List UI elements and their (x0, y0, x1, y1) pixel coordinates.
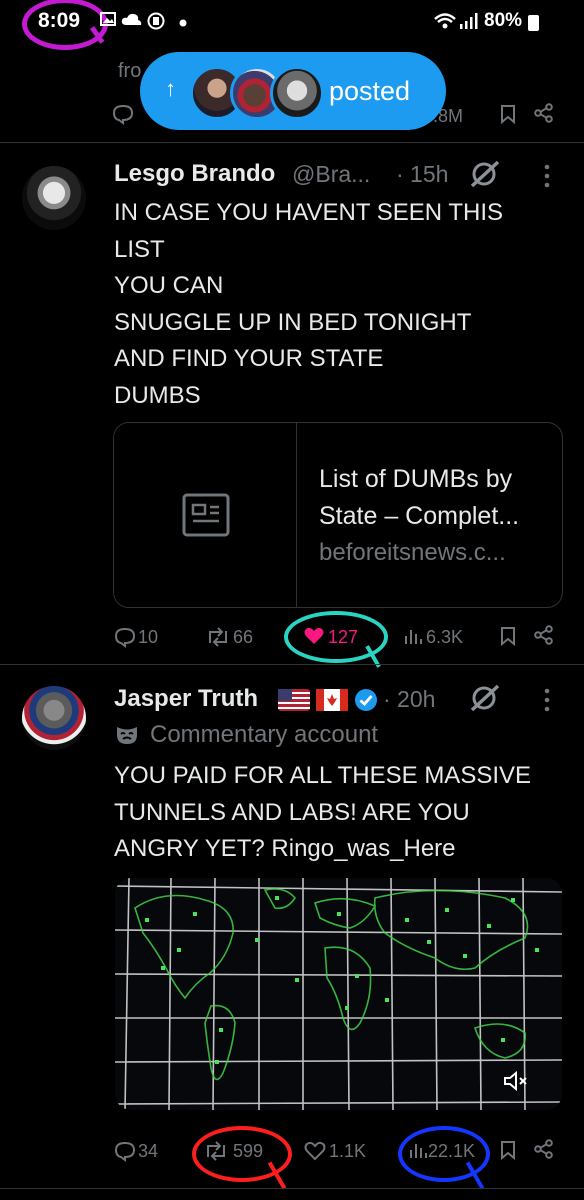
divider (0, 142, 584, 143)
like-count[interactable]: 127 (328, 627, 358, 648)
like-count[interactable]: 1.1K (329, 1141, 366, 1162)
grok-icon[interactable] (468, 160, 502, 193)
bookmark-icon[interactable] (500, 626, 516, 651)
post-text-line: ANGRY YET? Ringo_was_Here (114, 835, 456, 862)
link-card-title-line: State – Complet... (319, 502, 520, 530)
share-icon[interactable] (534, 1139, 554, 1164)
world-map-image (115, 878, 562, 1110)
divider (0, 664, 584, 665)
us-flag-icon (278, 689, 310, 716)
repost-icon[interactable] (205, 626, 231, 653)
post-text-line: SNUGGLE UP IN BED TONIGHT (114, 308, 472, 336)
post-text-line: AND FIND YOUR STATE (114, 345, 384, 372)
battery-percent: 80% (484, 10, 523, 31)
more-icon[interactable] (544, 688, 550, 717)
views-icon[interactable] (403, 626, 423, 651)
post-text-line: LIST (114, 235, 165, 263)
link-card-title: List of DUMBs by State – Complet... (319, 461, 549, 535)
dot-icon (179, 14, 187, 32)
app-icon (147, 12, 165, 35)
post-text-line: IN CASE YOU HAVENT SEEN THIS (114, 199, 503, 226)
share-icon[interactable] (534, 625, 554, 650)
post-text: IN CASE YOU HAVENT SEEN THIS LIST YOU CA… (114, 195, 503, 414)
author-name[interactable]: Lesgo Brando (114, 160, 275, 188)
article-icon (182, 493, 230, 542)
repost-icon[interactable] (203, 1140, 229, 1167)
post-text-line: DUMBS (114, 381, 201, 409)
avatar[interactable] (22, 166, 86, 230)
post-text: YOU PAID FOR ALL THESE MASSIVE TUNNELS A… (114, 758, 531, 868)
mask-icon (115, 724, 139, 751)
avatar[interactable] (22, 686, 86, 750)
like-icon[interactable] (304, 1141, 326, 1166)
prev-tweet-text: fro (118, 60, 142, 82)
pill-avatar-3 (270, 66, 324, 120)
battery-icon (528, 15, 539, 31)
post-media-video[interactable] (115, 878, 562, 1110)
verified-icon (354, 688, 378, 717)
link-card-title-line: List of DUMBs by (319, 465, 513, 493)
canada-flag-icon (316, 689, 348, 716)
reply-count[interactable]: 34 (138, 1141, 158, 1162)
reply-icon[interactable] (112, 103, 134, 130)
arrow-up-icon: ↑ (165, 76, 176, 101)
repost-count[interactable]: 599 (233, 1141, 263, 1162)
post-text-line: YOU PAID FOR ALL THESE MASSIVE (114, 762, 532, 789)
views-count[interactable]: 22.1K (428, 1141, 475, 1162)
author-handle[interactable]: @Bra... (292, 161, 370, 188)
reply-count[interactable]: 10 (138, 627, 158, 648)
author-name[interactable]: Jasper Truth (114, 685, 258, 713)
reply-icon[interactable] (114, 626, 136, 653)
pill-label: posted (329, 76, 411, 106)
repost-count[interactable]: 66 (233, 627, 253, 648)
bookmark-icon[interactable] (500, 1140, 516, 1165)
commentary-label[interactable]: Commentary account (150, 721, 378, 749)
more-icon[interactable] (544, 164, 550, 193)
link-card-domain: beforeitsnews.c... (319, 539, 506, 566)
reply-icon[interactable] (114, 1140, 136, 1167)
signal-icon (458, 12, 478, 35)
link-card[interactable]: List of DUMBs by State – Complet... befo… (113, 422, 563, 608)
gallery-icon (100, 12, 116, 31)
cloud-icon (121, 12, 143, 31)
bookmark-icon[interactable] (500, 104, 516, 129)
wifi-icon (433, 12, 457, 35)
link-card-thumb (114, 423, 297, 607)
grok-icon[interactable] (468, 684, 502, 717)
post-time[interactable]: · 20h (383, 686, 435, 713)
share-icon[interactable] (534, 103, 554, 128)
post-time[interactable]: · 15h (396, 161, 448, 188)
post-text-line: TUNNELS AND LABS! ARE YOU (114, 798, 470, 826)
views-icon[interactable] (408, 1140, 428, 1165)
divider (0, 1188, 584, 1189)
like-icon[interactable] (303, 626, 325, 651)
mute-icon[interactable] (503, 1070, 529, 1097)
views-count[interactable]: 6.3K (426, 627, 463, 648)
status-bar: 8:09 80% (0, 0, 584, 52)
post-text-line: YOU CAN (114, 272, 224, 299)
